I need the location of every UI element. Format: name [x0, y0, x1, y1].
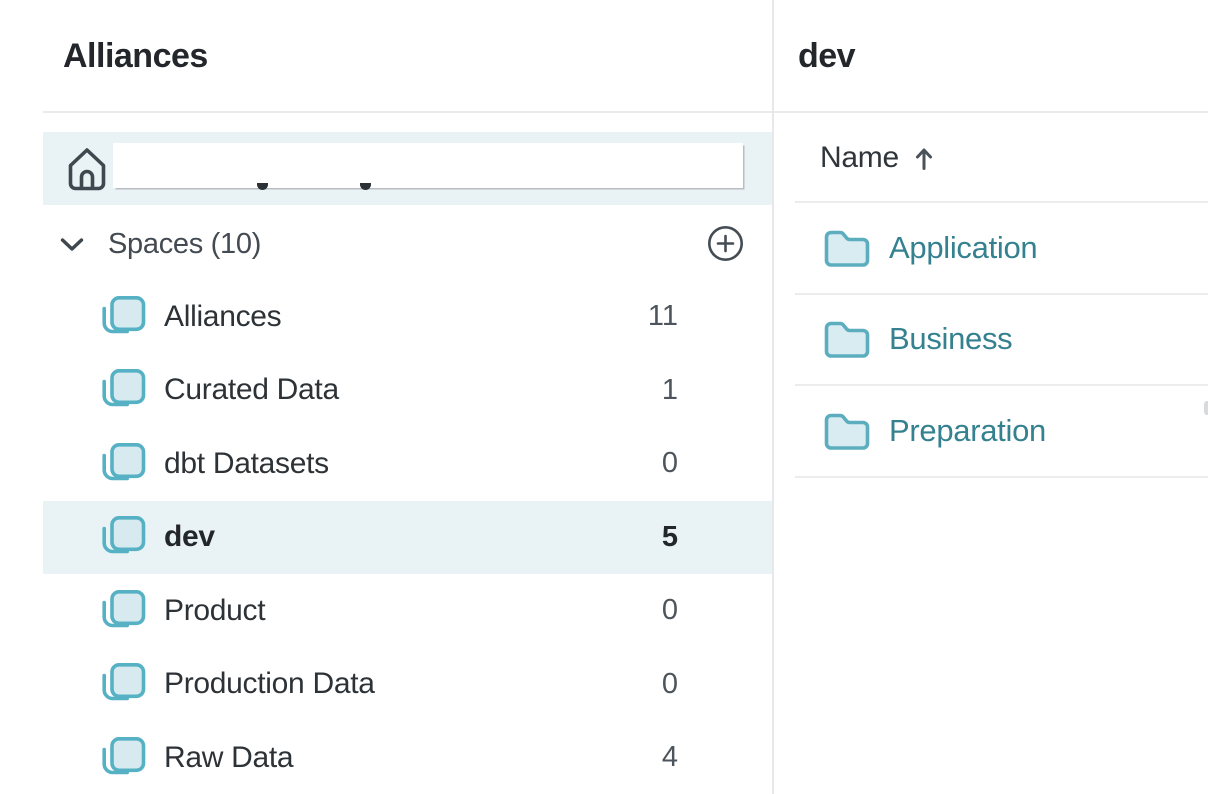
space-icon — [101, 516, 147, 558]
spaces-section-header[interactable]: Spaces (10) — [43, 225, 703, 263]
main-header-divider — [774, 111, 1208, 113]
folder-icon — [824, 229, 870, 267]
sort-arrow-up-icon — [914, 146, 934, 171]
space-icon — [101, 443, 147, 485]
redacted-text-descender — [360, 183, 371, 190]
folder-name-link: Business — [889, 321, 1012, 357]
plus-circle-icon — [706, 224, 745, 263]
space-icon — [101, 737, 147, 779]
app-root: Alliances Spaces (10) Alliances 11 — [0, 0, 1208, 794]
folder-table: Application Business Preparation — [795, 203, 1208, 478]
space-label: Alliances — [164, 300, 281, 334]
spaces-header-label: Spaces (10) — [108, 228, 261, 261]
space-label: Raw Data — [164, 741, 293, 775]
space-label: Curated Data — [164, 373, 339, 407]
space-icon — [101, 296, 147, 338]
table-row-application[interactable]: Application — [795, 203, 1208, 295]
chevron-down-icon — [60, 237, 84, 252]
column-header-name[interactable]: Name — [820, 141, 934, 175]
sidebar-item-production-data[interactable]: Production Data 0 — [43, 648, 772, 722]
space-label: Product — [164, 594, 265, 628]
table-row-preparation[interactable]: Preparation — [795, 386, 1208, 478]
column-header-label: Name — [820, 141, 899, 175]
space-icon — [101, 590, 147, 632]
home-item[interactable] — [43, 132, 772, 205]
spaces-list: Alliances 11 Curated Data 1 dbt Datasets… — [43, 280, 772, 794]
folder-name-link: Application — [889, 230, 1037, 266]
space-count: 0 — [662, 447, 678, 480]
space-count: 1 — [662, 374, 678, 407]
redacted-text-descender — [257, 183, 268, 190]
sidebar-item-dev[interactable]: dev 5 — [43, 501, 772, 575]
folder-icon — [824, 320, 870, 358]
sidebar-item-dbt-datasets[interactable]: dbt Datasets 0 — [43, 427, 772, 501]
sidebar-item-curated-data[interactable]: Curated Data 1 — [43, 354, 772, 428]
sidebar-item-alliances[interactable]: Alliances 11 — [43, 280, 772, 354]
space-count: 0 — [662, 668, 678, 701]
space-count: 5 — [662, 521, 678, 554]
redacted-label-overlay — [113, 143, 743, 188]
sidebar-header-divider — [43, 111, 772, 113]
sidebar-item-raw-data[interactable]: Raw Data 4 — [43, 721, 772, 794]
sidebar: Alliances Spaces (10) Alliances 11 — [0, 0, 772, 794]
scrollbar-sliver — [1204, 401, 1208, 415]
page-title: dev — [798, 39, 855, 73]
space-label: dev — [164, 520, 215, 554]
folder-icon — [824, 412, 870, 450]
sidebar-title: Alliances — [63, 39, 208, 73]
main-panel: dev Name Application Business Preparatio… — [774, 0, 1208, 794]
folder-name-link: Preparation — [889, 413, 1046, 449]
space-count: 11 — [648, 300, 678, 333]
space-label: Production Data — [164, 667, 375, 701]
table-row-business[interactable]: Business — [795, 295, 1208, 387]
space-count: 4 — [662, 741, 678, 774]
add-space-button[interactable] — [706, 224, 745, 263]
home-icon — [67, 146, 107, 192]
sidebar-item-product[interactable]: Product 0 — [43, 574, 772, 648]
space-icon — [101, 663, 147, 705]
space-label: dbt Datasets — [164, 447, 329, 481]
space-icon — [101, 369, 147, 411]
space-count: 0 — [662, 594, 678, 627]
